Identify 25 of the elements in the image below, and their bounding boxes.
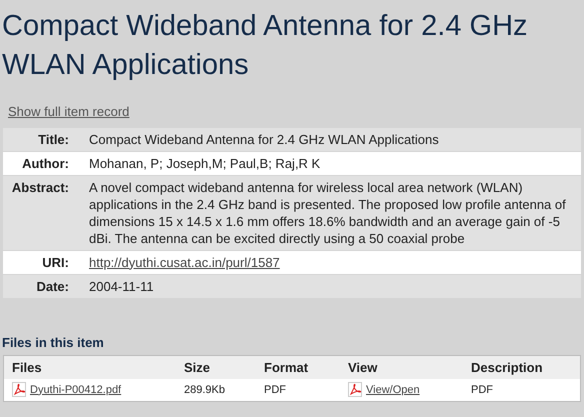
- uri-link[interactable]: http://dyuthi.cusat.ac.in/purl/1587: [89, 254, 280, 270]
- column-header: Size: [184, 360, 210, 374]
- table-cell: 289.9Kb: [184, 384, 225, 396]
- page-title: Compact Wideband Antenna for 2.4 GHz WLAN Applications: [1, 9, 529, 83]
- field-label: Date:: [36, 278, 69, 294]
- field-label: URI:: [42, 254, 69, 270]
- table-cell: PDF: [264, 384, 286, 396]
- files-heading: Files in this item: [2, 334, 104, 350]
- view-open-link[interactable]: View/Open: [366, 382, 420, 398]
- field-value: 2004-11-11: [89, 278, 154, 294]
- column-header: Files: [12, 360, 42, 374]
- field-label: Abstract:: [12, 180, 69, 194]
- field-value: Compact Wideband Antenna for 2.4 GHz WLAN Applications: [89, 132, 439, 146]
- field-label: Author:: [22, 156, 69, 170]
- pdf-icon: [348, 382, 362, 398]
- field-value: Mohanan, P; Joseph,M; Paul,B; Raj,R K: [89, 156, 320, 170]
- full-record-link[interactable]: Show full item record: [8, 104, 130, 119]
- field-value: A novel compact wideband antenna for wireless local area network (WLAN) applications in the 2.4 GHz band is presented. The proposed low profile antenna of dimensions 15 x 14.5 x 1.6 mm offers 18.6% bandwidth and an average gain of -5 dBi. The antenna can be excited directly using a 50 coaxial probe: [89, 180, 566, 246]
- file-link[interactable]: Dyuthi-P00412.pdf: [30, 382, 122, 398]
- column-header: View: [348, 360, 378, 374]
- column-header: Format: [264, 360, 308, 374]
- column-header: Description: [471, 360, 543, 374]
- pdf-icon: [12, 382, 26, 398]
- field-label: Title:: [38, 132, 69, 146]
- table-cell: PDF: [471, 384, 493, 396]
